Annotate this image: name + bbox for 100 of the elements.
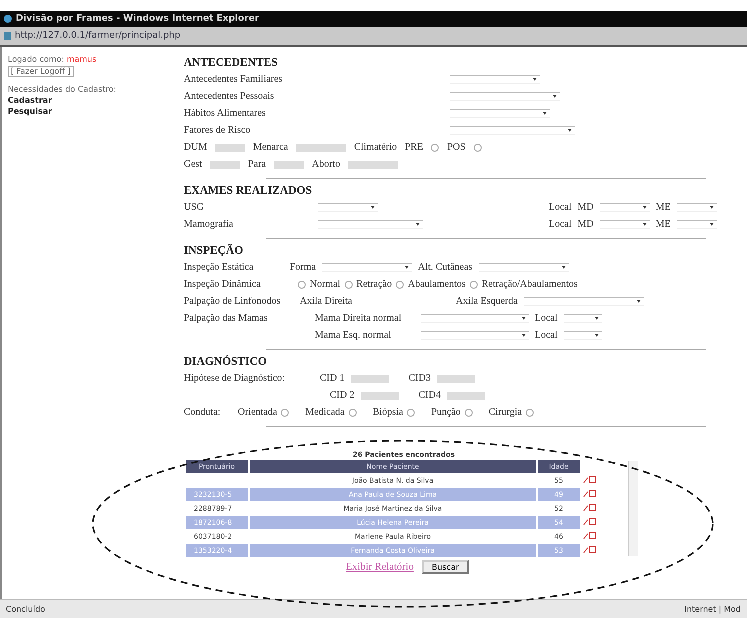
section-title: EXAMES REALIZADOS <box>184 184 314 199</box>
field-label: Local <box>549 202 572 213</box>
radio-button[interactable] <box>470 280 478 288</box>
select-field[interactable] <box>600 203 650 212</box>
radio-button[interactable] <box>464 408 473 416</box>
edit-icon[interactable] <box>583 489 598 498</box>
select-field[interactable] <box>450 92 560 101</box>
field-label: MD <box>578 219 594 230</box>
text-field[interactable] <box>436 374 475 382</box>
field-label: CID4 <box>418 390 441 401</box>
field-label: Gest <box>184 159 202 170</box>
radio-label: Biópsia <box>372 407 404 418</box>
select-field[interactable] <box>421 314 529 323</box>
section-title: DIAGNÓSTICO <box>184 355 268 370</box>
select-field[interactable] <box>676 203 717 212</box>
radio-button[interactable] <box>407 408 416 416</box>
field-label: Antecedentes Pessoais <box>184 91 276 102</box>
search-button[interactable]: Buscar <box>422 560 470 574</box>
select-field[interactable] <box>318 220 423 229</box>
radio-button[interactable] <box>396 280 404 288</box>
user-name: mamus <box>66 55 97 64</box>
text-field[interactable] <box>274 160 304 168</box>
select-field[interactable] <box>450 109 550 118</box>
select-field[interactable] <box>478 263 569 272</box>
sidebar-heading: Necessidades do Cadastro: <box>8 85 118 94</box>
field-label: Palpação das Mamas <box>184 313 269 324</box>
radio-button[interactable] <box>298 280 306 288</box>
field-label: CID 2 <box>330 390 355 401</box>
select-field[interactable] <box>524 297 644 306</box>
zone-text: Internet | Mod <box>684 604 741 614</box>
field-label: Mamografia <box>184 219 234 230</box>
radio-label: POS <box>447 142 466 153</box>
edit-icon[interactable] <box>583 475 598 484</box>
edit-icon[interactable] <box>583 517 598 526</box>
radio-button[interactable] <box>474 144 482 152</box>
select-field[interactable] <box>600 220 650 229</box>
select-field[interactable] <box>564 331 602 340</box>
radio-label: Retração <box>356 279 392 290</box>
report-link[interactable]: Exibir Relatório <box>346 562 414 572</box>
field-label: CID 1 <box>320 373 345 384</box>
edit-icon[interactable] <box>583 531 598 540</box>
sidebar-link[interactable]: Pesquisar <box>8 107 158 116</box>
field-label: Inspeção Estática <box>184 262 255 273</box>
field-label: Axila Direita <box>300 296 354 307</box>
field-label: Mama Direita normal <box>315 313 403 324</box>
page-icon <box>4 32 11 40</box>
field-label: Alt. Cutâneas <box>418 262 473 273</box>
field-label: Mama Esq. normal <box>315 330 392 341</box>
window-title: Divisão por Frames - Windows Internet Explorer <box>16 14 260 24</box>
ie-icon <box>4 15 12 23</box>
radio-label: Abaulamentos <box>408 279 466 290</box>
radio-button[interactable] <box>348 408 357 416</box>
select-field[interactable] <box>676 220 717 229</box>
field-label: MD <box>578 202 594 213</box>
address-bar[interactable]: http://127.0.0.1/farmer/principal.php <box>0 27 747 47</box>
field-label: Axila Esquerda <box>456 296 518 307</box>
address-text: http://127.0.0.1/farmer/principal.php <box>15 31 181 41</box>
scrollbar[interactable] <box>628 461 638 556</box>
select-field[interactable] <box>450 126 575 135</box>
radio-label: Normal <box>310 279 341 290</box>
radio-button[interactable] <box>344 280 353 288</box>
field-label: USG <box>184 202 206 213</box>
logoff-link[interactable]: [ Fazer Logoff ] <box>8 66 74 77</box>
field-label: Local <box>535 313 558 324</box>
text-field[interactable] <box>215 144 246 152</box>
edit-icon[interactable] <box>583 545 598 554</box>
radio-button[interactable] <box>431 144 440 152</box>
text-field[interactable] <box>210 160 240 168</box>
field-label: Para <box>248 159 266 170</box>
text-field[interactable] <box>296 144 346 152</box>
select-field[interactable] <box>421 331 529 340</box>
login-label: Logado como: <box>8 55 66 64</box>
field-label: DUM <box>184 142 208 153</box>
radio-button[interactable] <box>526 408 534 416</box>
select-field[interactable] <box>318 203 378 212</box>
text-field[interactable] <box>360 392 399 400</box>
text-field[interactable] <box>350 374 389 382</box>
field-label: Menarca <box>253 142 288 153</box>
section-title: ANTECEDENTES <box>184 56 279 71</box>
text-field[interactable] <box>446 392 485 400</box>
edit-icon[interactable] <box>583 503 598 512</box>
text-field[interactable] <box>348 160 398 168</box>
radio-label: Retração/Abaulamentos <box>482 279 578 290</box>
field-label: Local <box>535 330 558 341</box>
field-label: Palpação de Linfonodos <box>184 296 282 307</box>
field-label: Aborto <box>312 159 340 170</box>
radio-label: Cirurgia <box>488 407 522 418</box>
select-field[interactable] <box>564 314 602 323</box>
field-label: Local <box>549 219 572 230</box>
select-field[interactable] <box>450 75 540 84</box>
radio-label: PRE <box>405 142 424 153</box>
field-label: Hábitos Alimentares <box>184 108 267 119</box>
field-label: CID3 <box>408 373 431 384</box>
field-label: Conduta: <box>184 407 222 418</box>
sidebar-link[interactable]: Cadastrar <box>8 96 158 105</box>
radio-button[interactable] <box>281 408 290 416</box>
status-text: Concluído <box>6 604 46 614</box>
select-field[interactable] <box>322 263 412 272</box>
field-label: Inspeção Dinâmica <box>184 279 262 290</box>
radio-label: Orientada <box>238 407 278 418</box>
